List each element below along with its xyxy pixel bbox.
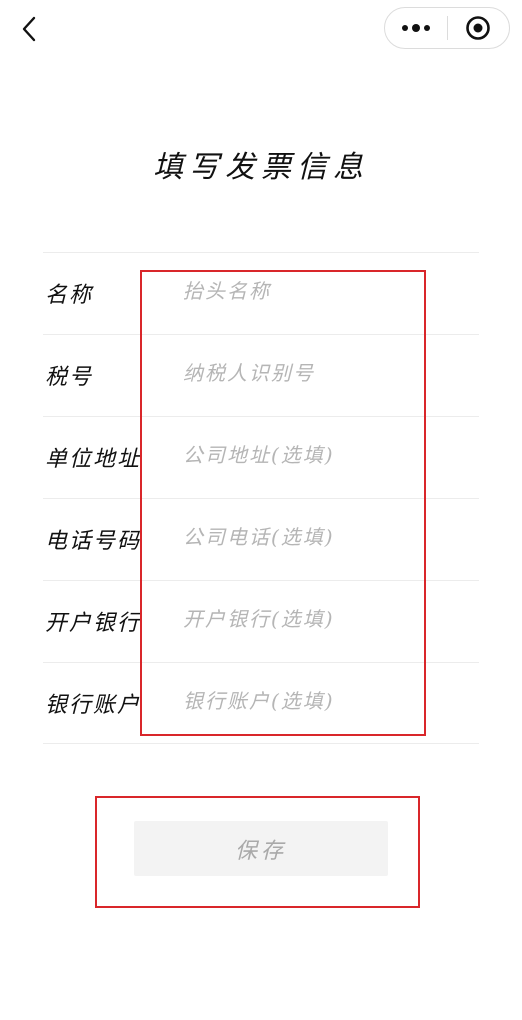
field-label-address: 单位地址 <box>45 447 142 472</box>
form-row-phone: 电话号码 <box>43 498 479 580</box>
save-button[interactable]: 保存 <box>134 821 388 876</box>
mini-program-capsule <box>384 7 510 49</box>
field-label-tax-id: 税号 <box>45 365 94 390</box>
form-row-bank: 开户银行 <box>43 580 479 662</box>
company-phone-input[interactable] <box>183 517 423 557</box>
bank-name-input[interactable] <box>183 599 423 639</box>
more-button[interactable] <box>385 8 447 48</box>
invoice-title-input[interactable] <box>183 271 423 311</box>
field-label-account: 银行账户 <box>45 693 142 718</box>
page-title: 填写发票信息 <box>153 150 369 185</box>
chevron-left-icon <box>22 16 36 42</box>
form-row-name: 名称 <box>43 252 479 334</box>
form-row-tax-id: 税号 <box>43 334 479 416</box>
more-dots-icon <box>401 24 430 32</box>
bank-account-input[interactable] <box>183 681 423 721</box>
field-label-name: 名称 <box>45 283 94 308</box>
company-address-input[interactable] <box>183 435 423 475</box>
tax-id-input[interactable] <box>183 353 423 393</box>
back-button[interactable] <box>16 14 42 44</box>
form-row-account: 银行账户 <box>43 662 479 744</box>
target-circle-icon <box>466 16 491 40</box>
close-button[interactable] <box>448 8 510 48</box>
invoice-form: 名称 税号 单位地址 电话号码 开户银行 银行账户 <box>43 252 479 744</box>
field-label-bank: 开户银行 <box>45 611 142 636</box>
form-row-address: 单位地址 <box>43 416 479 498</box>
field-label-phone: 电话号码 <box>45 529 142 554</box>
